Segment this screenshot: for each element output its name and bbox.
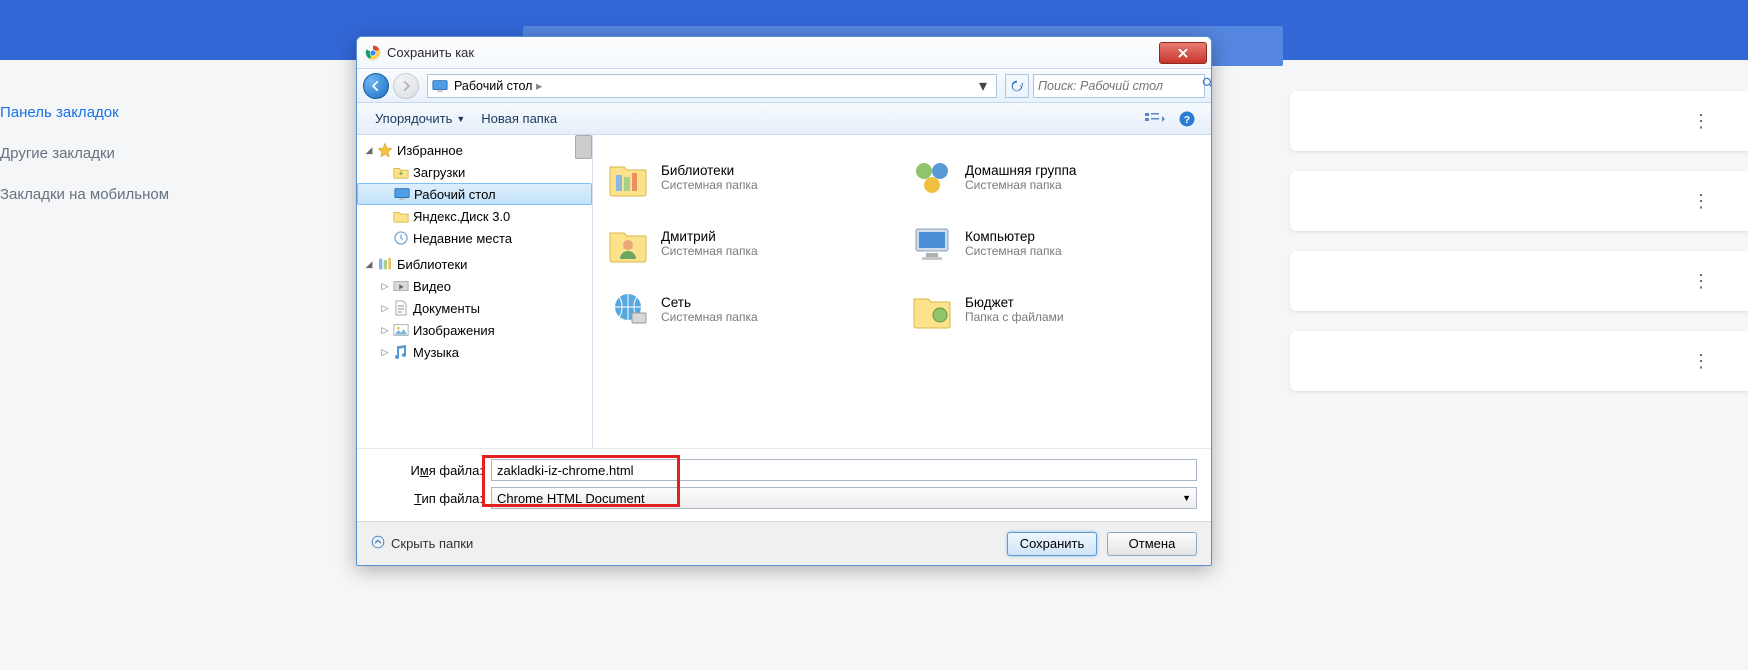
expand-icon[interactable]: ▷ [379,347,391,358]
hide-folders-toggle[interactable]: Скрыть папки [371,535,473,552]
bookmark-card[interactable]: ⋮ [1290,171,1748,231]
file-content-area[interactable]: БиблиотекиСистемная папка Домашняя групп… [593,135,1211,448]
breadcrumb-dropdown[interactable]: ▾ [974,76,992,96]
help-button[interactable]: ? [1173,108,1201,130]
tree-documents[interactable]: ▷ Документы [357,297,592,319]
kebab-icon[interactable]: ⋮ [1692,351,1710,372]
kebab-icon[interactable]: ⋮ [1692,271,1710,292]
close-button[interactable] [1159,42,1207,64]
explorer-search[interactable] [1033,74,1205,98]
arrow-right-icon [399,79,413,93]
computer-icon [909,220,955,266]
save-as-dialog: Сохранить как Рабочий стол ▸ ▾ [356,36,1212,566]
save-button[interactable]: Сохранить [1007,532,1097,556]
new-folder-button[interactable]: Новая папка [473,107,565,130]
breadcrumb[interactable]: Рабочий стол ▸ ▾ [427,74,997,98]
svg-text:?: ? [1184,113,1190,125]
cancel-button[interactable]: Отмена [1107,532,1197,556]
item-computer[interactable]: КомпьютерСистемная папка [907,213,1201,273]
chevron-down-icon: ▼ [456,114,465,124]
tree-recent-places[interactable]: Недавние места [357,227,592,249]
kebab-icon[interactable]: ⋮ [1692,191,1710,212]
item-libraries[interactable]: БиблиотекиСистемная папка [603,147,897,207]
item-homegroup[interactable]: Домашняя группаСистемная папка [907,147,1201,207]
expand-icon[interactable]: ▷ [379,281,391,292]
video-icon [393,278,409,294]
back-button[interactable] [363,73,389,99]
item-network[interactable]: СетьСистемная папка [603,279,897,339]
filename-label: Имя файла: [371,463,491,478]
folder-icon [393,164,409,180]
help-icon: ? [1178,110,1196,128]
folder-icon [909,286,955,332]
sidebar-item-bookmarks-bar[interactable]: Панель закладок [0,92,355,133]
bookmark-cards: ⋮ ⋮ ⋮ ⋮ [1290,91,1748,411]
titlebar[interactable]: Сохранить как [357,37,1211,69]
star-icon [377,142,393,158]
breadcrumb-location: Рабочий стол ▸ [454,78,974,93]
nav-bar: Рабочий стол ▸ ▾ [357,69,1211,103]
dialog-title: Сохранить как [387,45,1159,60]
bookmark-card[interactable]: ⋮ [1290,251,1748,311]
desktop-icon [432,79,448,93]
refresh-icon [1010,79,1024,93]
save-form: Имя файла: Тип файла: Chrome HTML Docume… [357,448,1211,521]
folder-tree[interactable]: ◢ Избранное Загрузки Рабочий стол [357,135,593,448]
tree-yandex-disk[interactable]: Яндекс.Диск 3.0 [357,205,592,227]
refresh-button[interactable] [1005,74,1029,98]
bookmark-card[interactable]: ⋮ [1290,331,1748,391]
tree-pictures[interactable]: ▷ Изображения [357,319,592,341]
scrollbar-thumb[interactable] [575,135,592,159]
explorer-search-input[interactable] [1038,79,1201,93]
expand-icon[interactable]: ▷ [379,325,391,336]
collapse-icon[interactable]: ◢ [363,145,375,156]
item-folder-budget[interactable]: БюджетПапка с файлами [907,279,1201,339]
item-user[interactable]: ДмитрийСистемная папка [603,213,897,273]
chevron-up-icon [371,535,385,552]
pictures-icon [393,322,409,338]
filetype-label: Тип файла: [371,491,491,506]
recent-icon [393,230,409,246]
documents-icon [393,300,409,316]
search-icon [1201,76,1212,95]
tree-videos[interactable]: ▷ Видео [357,275,592,297]
dialog-bottom-bar: Скрыть папки Сохранить Отмена [357,521,1211,565]
organize-button[interactable]: Упорядочить ▼ [367,107,473,130]
sidebar-item-other-bookmarks[interactable]: Другие закладки [0,133,355,174]
tree-favorites[interactable]: ◢ Избранное [357,139,592,161]
user-folder-icon [605,220,651,266]
sidebar-item-mobile-bookmarks[interactable]: Закладки на мобильном [0,174,355,215]
tree-downloads[interactable]: Загрузки [357,161,592,183]
filename-input[interactable] [491,459,1197,481]
arrow-left-icon [369,79,383,93]
tree-music[interactable]: ▷ Музыка [357,341,592,363]
chevron-down-icon: ▼ [1182,493,1191,503]
chrome-bookmarks-sidebar: Панель закладок Другие закладки Закладки… [0,60,355,215]
libraries-icon [605,154,651,200]
homegroup-icon [909,154,955,200]
bookmark-card[interactable]: ⋮ [1290,91,1748,151]
collapse-icon[interactable]: ◢ [363,259,375,270]
tree-libraries[interactable]: ◢ Библиотеки [357,253,592,275]
music-icon [393,344,409,360]
libraries-icon [377,256,393,272]
kebab-icon[interactable]: ⋮ [1692,111,1710,132]
folder-icon [393,208,409,224]
tree-desktop[interactable]: Рабочий стол [357,183,592,205]
desktop-icon [394,186,410,202]
close-icon [1177,48,1189,58]
network-icon [605,286,651,332]
view-icon [1144,111,1166,127]
filetype-select[interactable]: Chrome HTML Document▼ [491,487,1197,509]
chrome-logo-icon [365,45,381,61]
toolbar: Упорядочить ▼ Новая папка ? [357,103,1211,135]
forward-button[interactable] [393,73,419,99]
view-options-button[interactable] [1141,108,1169,130]
expand-icon[interactable]: ▷ [379,303,391,314]
